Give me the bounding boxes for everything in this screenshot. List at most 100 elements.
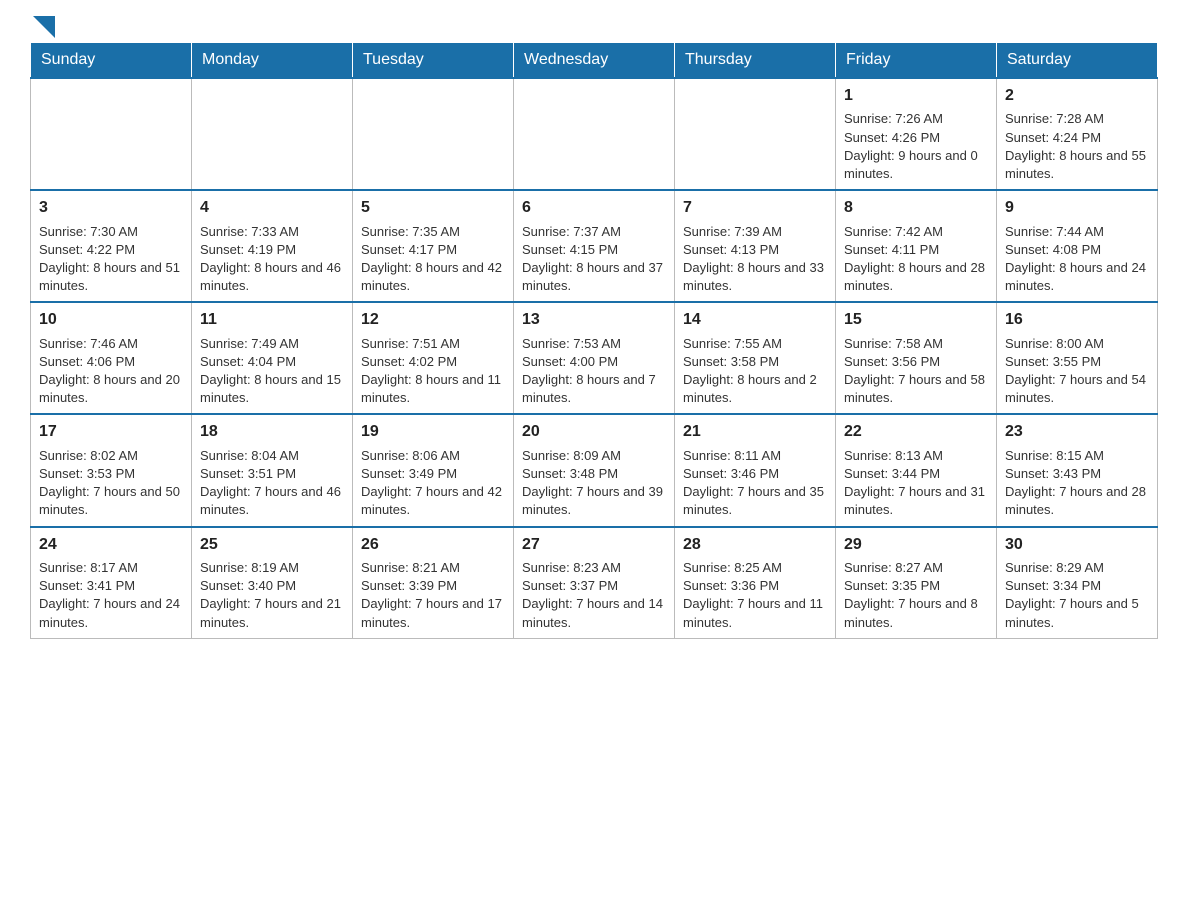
day-number: 29 [844, 534, 988, 556]
day-number: 28 [683, 534, 827, 556]
day-number: 15 [844, 309, 988, 331]
day-info: Sunset: 3:48 PM [522, 465, 666, 483]
calendar-cell: 12Sunrise: 7:51 AMSunset: 4:02 PMDayligh… [353, 302, 514, 414]
day-info: Sunset: 3:39 PM [361, 577, 505, 595]
calendar-cell: 14Sunrise: 7:55 AMSunset: 3:58 PMDayligh… [675, 302, 836, 414]
day-info: Sunset: 4:06 PM [39, 353, 183, 371]
day-info: Daylight: 7 hours and 11 minutes. [683, 595, 827, 631]
calendar-cell: 3Sunrise: 7:30 AMSunset: 4:22 PMDaylight… [31, 190, 192, 302]
day-info: Sunrise: 7:37 AM [522, 223, 666, 241]
day-info: Sunset: 4:15 PM [522, 241, 666, 259]
day-number: 25 [200, 534, 344, 556]
day-info: Daylight: 8 hours and 28 minutes. [844, 259, 988, 295]
weekday-header-tuesday: Tuesday [353, 43, 514, 79]
day-info: Sunrise: 7:44 AM [1005, 223, 1149, 241]
weekday-header-wednesday: Wednesday [514, 43, 675, 79]
day-info: Daylight: 8 hours and 15 minutes. [200, 371, 344, 407]
day-info: Daylight: 7 hours and 24 minutes. [39, 595, 183, 631]
day-number: 10 [39, 309, 183, 331]
day-info: Daylight: 7 hours and 58 minutes. [844, 371, 988, 407]
day-number: 5 [361, 197, 505, 219]
calendar-cell: 11 Sunrise: 7:49 AMSunset: 4:04 PMDayligh… [192, 302, 353, 414]
day-info: Sunset: 4:19 PM [200, 241, 344, 259]
day-number: 6 [522, 197, 666, 219]
day-info: Sunrise: 8:00 AM [1005, 335, 1149, 353]
weekday-header-friday: Friday [836, 43, 997, 79]
calendar-cell: 29Sunrise: 8:27 AMSunset: 3:35 PMDayligh… [836, 527, 997, 639]
day-info: Sunrise: 7:42 AM [844, 223, 988, 241]
day-info: Sunset: 3:35 PM [844, 577, 988, 595]
day-info: Sunrise: 8:09 AM [522, 447, 666, 465]
day-info: Daylight: 7 hours and 8 minutes. [844, 595, 988, 631]
day-info: Sunset: 4:00 PM [522, 353, 666, 371]
day-info: Daylight: 8 hours and 2 minutes. [683, 371, 827, 407]
calendar-cell: 28Sunrise: 8:25 AMSunset: 3:36 PMDayligh… [675, 527, 836, 639]
calendar-cell: 21Sunrise: 8:11 AMSunset: 3:46 PMDayligh… [675, 414, 836, 526]
day-info: Sunset: 3:49 PM [361, 465, 505, 483]
day-info: Daylight: 7 hours and 35 minutes. [683, 483, 827, 519]
day-number: 2 [1005, 85, 1149, 107]
day-info: Daylight: 9 hours and 0 minutes. [844, 147, 988, 183]
calendar-cell: 15 Sunrise: 7:58 AMSunset: 3:56 PMDayligh… [836, 302, 997, 414]
day-info: Sunrise: 7:49 AM [200, 335, 344, 353]
day-info: Sunrise: 7:30 AM [39, 223, 183, 241]
calendar-cell: 20Sunrise: 8:09 AMSunset: 3:48 PMDayligh… [514, 414, 675, 526]
day-info: Sunrise: 8:06 AM [361, 447, 505, 465]
calendar-header-row: SundayMondayTuesdayWednesdayThursdayFrid… [31, 43, 1158, 79]
day-info: Daylight: 7 hours and 50 minutes. [39, 483, 183, 519]
weekday-header-thursday: Thursday [675, 43, 836, 79]
day-info: Sunrise: 8:29 AM [1005, 559, 1149, 577]
calendar-cell: 1Sunrise: 7:26 AMSunset: 4:26 PMDaylight… [836, 78, 997, 190]
day-info: Sunrise: 8:13 AM [844, 447, 988, 465]
day-info: Daylight: 7 hours and 39 minutes. [522, 483, 666, 519]
day-info: Sunset: 4:11 PM [844, 241, 988, 259]
weekday-header-monday: Monday [192, 43, 353, 79]
calendar-cell [31, 78, 192, 190]
day-info: Sunrise: 8:21 AM [361, 559, 505, 577]
day-number: 17 [39, 421, 183, 443]
weekday-header-sunday: Sunday [31, 43, 192, 79]
calendar-cell: 17Sunrise: 8:02 AMSunset: 3:53 PMDayligh… [31, 414, 192, 526]
day-info: Daylight: 7 hours and 5 minutes. [1005, 595, 1149, 631]
day-info: Sunset: 4:02 PM [361, 353, 505, 371]
day-info: Sunset: 3:40 PM [200, 577, 344, 595]
day-info: Sunset: 3:56 PM [844, 353, 988, 371]
calendar-cell: 4Sunrise: 7:33 AMSunset: 4:19 PMDaylight… [192, 190, 353, 302]
calendar-cell: 23Sunrise: 8:15 AMSunset: 3:43 PMDayligh… [997, 414, 1158, 526]
calendar-week-4: 24Sunrise: 8:17 AMSunset: 3:41 PMDayligh… [31, 527, 1158, 639]
day-number: 8 [844, 197, 988, 219]
day-info: Sunrise: 7:55 AM [683, 335, 827, 353]
day-info: Sunset: 3:41 PM [39, 577, 183, 595]
page-header [30, 20, 1158, 32]
calendar-cell: 8 Sunrise: 7:42 AMSunset: 4:11 PMDaylight… [836, 190, 997, 302]
day-number: 11 [200, 309, 344, 331]
day-info: Daylight: 8 hours and 11 minutes. [361, 371, 505, 407]
day-number: 19 [361, 421, 505, 443]
weekday-header-saturday: Saturday [997, 43, 1158, 79]
day-info: Sunset: 4:08 PM [1005, 241, 1149, 259]
calendar-cell [514, 78, 675, 190]
day-info: Sunrise: 7:58 AM [844, 335, 988, 353]
day-info: Sunrise: 7:33 AM [200, 223, 344, 241]
day-info: Sunset: 4:22 PM [39, 241, 183, 259]
day-number: 7 [683, 197, 827, 219]
calendar-cell: 5Sunrise: 7:35 AMSunset: 4:17 PMDaylight… [353, 190, 514, 302]
day-info: Sunrise: 8:15 AM [1005, 447, 1149, 465]
day-info: Sunrise: 7:28 AM [1005, 110, 1149, 128]
day-info: Daylight: 7 hours and 17 minutes. [361, 595, 505, 631]
calendar-cell: 2Sunrise: 7:28 AMSunset: 4:24 PMDaylight… [997, 78, 1158, 190]
day-info: Daylight: 8 hours and 24 minutes. [1005, 259, 1149, 295]
calendar-cell: 13Sunrise: 7:53 AMSunset: 4:00 PMDayligh… [514, 302, 675, 414]
calendar-cell: 9Sunrise: 7:44 AMSunset: 4:08 PMDaylight… [997, 190, 1158, 302]
day-info: Sunset: 3:58 PM [683, 353, 827, 371]
calendar-cell [353, 78, 514, 190]
calendar-week-3: 17Sunrise: 8:02 AMSunset: 3:53 PMDayligh… [31, 414, 1158, 526]
calendar-cell: 25Sunrise: 8:19 AMSunset: 3:40 PMDayligh… [192, 527, 353, 639]
day-number: 18 [200, 421, 344, 443]
day-info: Sunset: 3:51 PM [200, 465, 344, 483]
day-info: Daylight: 8 hours and 20 minutes. [39, 371, 183, 407]
day-info: Daylight: 8 hours and 46 minutes. [200, 259, 344, 295]
day-info: Daylight: 8 hours and 33 minutes. [683, 259, 827, 295]
day-info: Daylight: 8 hours and 37 minutes. [522, 259, 666, 295]
day-info: Sunset: 4:04 PM [200, 353, 344, 371]
